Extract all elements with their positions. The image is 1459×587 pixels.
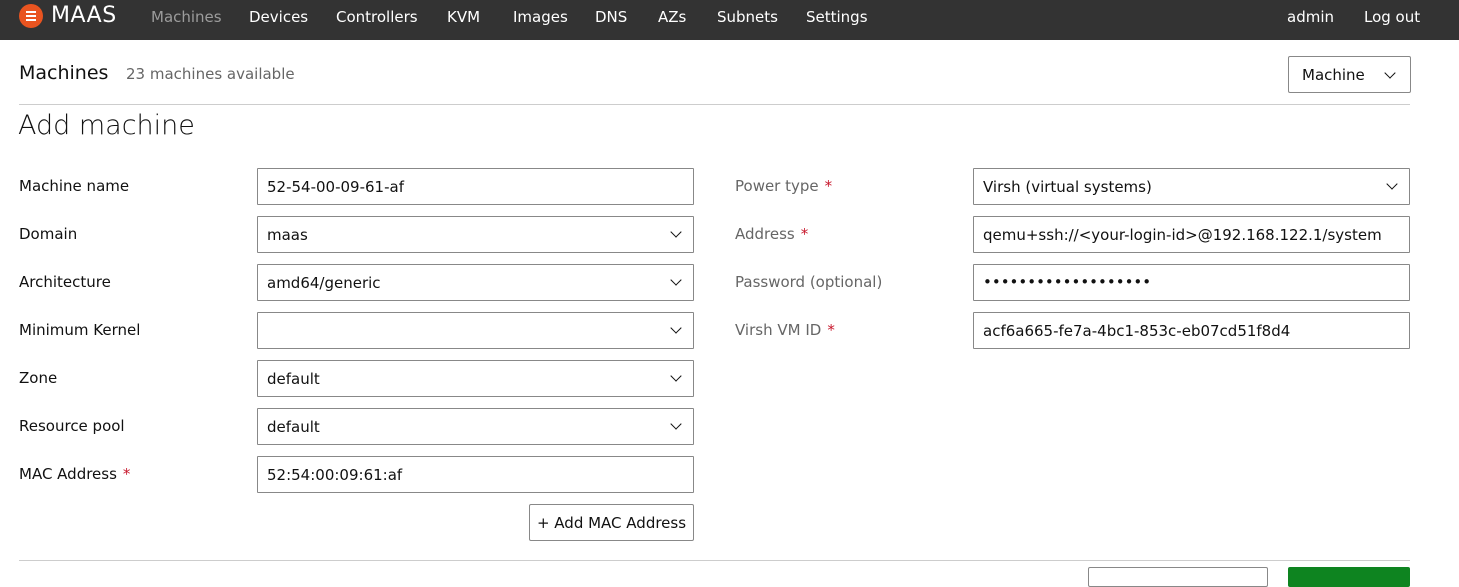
zone-label: Zone [19,369,58,387]
required-marker: * [824,177,833,195]
add-hardware-dropdown-label: Machine [1302,66,1365,84]
nav-machines[interactable]: Machines [151,8,222,26]
virsh-vm-id-label-text: Virsh VM ID [735,321,822,339]
nav-azs[interactable]: AZs [658,8,686,26]
mac-address-label-text: MAC Address [19,465,117,483]
power-address-label-text: Address [735,225,795,243]
chevron-down-icon [670,370,682,382]
top-navigation: MAAS Machines Devices Controllers KVM Im… [0,0,1459,40]
chevron-down-icon [1384,67,1396,79]
machine-name-value: 52-54-00-09-61-af [267,178,404,196]
zone-select[interactable]: default [257,360,694,397]
footer-divider [19,560,1410,561]
power-type-label-text: Power type [735,177,819,195]
power-type-label: Power type * [735,177,832,195]
machine-name-label: Machine name [19,177,130,195]
nav-user-admin[interactable]: admin [1287,8,1334,26]
chevron-down-icon [670,226,682,238]
mac-address-input[interactable]: 52:54:00:09:61:af [257,456,694,493]
mac-address-value: 52:54:00:09:61:af [267,466,403,484]
power-password-label: Password (optional) [735,273,883,291]
nav-images[interactable]: Images [513,8,568,26]
domain-label: Domain [19,225,78,243]
domain-value: maas [267,226,308,244]
add-mac-address-button[interactable]: + Add MAC Address [529,504,694,541]
nav-logout[interactable]: Log out [1364,8,1420,26]
required-marker: * [800,225,809,243]
power-address-input[interactable]: qemu+ssh://<your-login-id>@192.168.122.1… [973,216,1410,253]
chevron-down-icon [1386,178,1398,190]
resource-pool-select[interactable]: default [257,408,694,445]
machine-count: 23 machines available [126,65,295,83]
zone-value: default [267,370,320,388]
form-title: Add machine [18,110,195,141]
power-password-input[interactable]: ••••••••••••••••••• [973,264,1410,301]
nav-settings[interactable]: Settings [806,8,868,26]
power-address-value: qemu+ssh://<your-login-id>@192.168.122.1… [983,226,1382,244]
architecture-value: amd64/generic [267,274,381,292]
nav-controllers[interactable]: Controllers [336,8,418,26]
chevron-down-icon [670,418,682,430]
nav-kvm[interactable]: KVM [447,8,480,26]
architecture-label: Architecture [19,273,111,291]
add-hardware-dropdown[interactable]: Machine [1288,56,1411,93]
required-marker: * [827,321,835,339]
min-kernel-select[interactable] [257,312,694,349]
virsh-vm-id-value: acf6a665-fe7a-4bc1-853c-eb07cd51f8d4 [983,322,1291,340]
architecture-select[interactable]: amd64/generic [257,264,694,301]
mac-address-label: MAC Address * [19,465,130,483]
save-machine-button[interactable] [1288,567,1410,587]
chevron-down-icon [670,322,682,334]
machine-name-input[interactable]: 52-54-00-09-61-af [257,168,694,205]
virsh-vm-id-input[interactable]: acf6a665-fe7a-4bc1-853c-eb07cd51f8d4 [973,312,1410,349]
header-divider [19,104,1410,105]
brand-logo[interactable]: MAAS [51,3,117,29]
cancel-button[interactable] [1088,567,1268,587]
page-title: Machines [19,62,109,84]
power-password-value: ••••••••••••••••••• [983,273,1152,291]
nav-devices[interactable]: Devices [249,8,308,26]
domain-select[interactable]: maas [257,216,694,253]
min-kernel-label: Minimum Kernel [19,321,141,339]
chevron-down-icon [670,274,682,286]
virsh-vm-id-label: Virsh VM ID * [735,321,835,339]
nav-dns[interactable]: DNS [595,8,627,26]
add-mac-address-button-label: + Add MAC Address [536,514,687,532]
menu-icon[interactable] [19,4,43,28]
nav-subnets[interactable]: Subnets [717,8,778,26]
power-type-select[interactable]: Virsh (virtual systems) [973,168,1410,205]
resource-pool-label: Resource pool [19,417,125,435]
power-type-value: Virsh (virtual systems) [983,178,1152,196]
required-marker: * [122,465,131,483]
power-address-label: Address * [735,225,808,243]
resource-pool-value: default [267,418,320,436]
